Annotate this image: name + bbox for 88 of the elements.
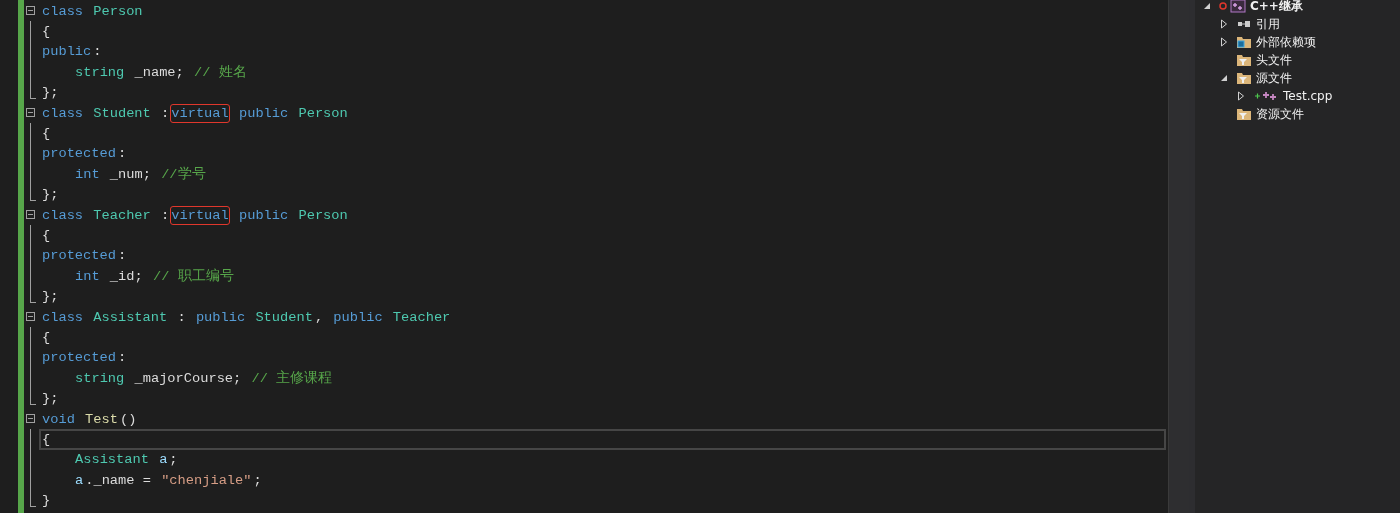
code-text: {	[41, 430, 52, 449]
collapsed-arrow-icon[interactable]	[1220, 19, 1228, 29]
code-text: ._name =	[84, 471, 152, 490]
code-text: };	[41, 288, 60, 307]
code-text: _num;	[108, 165, 152, 184]
type-name: string	[74, 369, 126, 388]
type-name: Person	[92, 2, 144, 21]
tree-item[interactable]: 引用	[1256, 15, 1280, 33]
keyword: void	[41, 410, 76, 429]
collapsed-arrow-icon[interactable]	[1237, 91, 1245, 101]
string-literal: "chenjiale"	[160, 471, 253, 490]
keyword: class	[41, 206, 85, 225]
variable-name: a	[74, 471, 85, 490]
status-dot-icon	[1219, 2, 1227, 10]
code-text: _majorCourse;	[133, 369, 243, 388]
collapsed-arrow-icon[interactable]	[1220, 37, 1228, 47]
keyword: int	[74, 267, 101, 286]
type-name: Teacher	[92, 206, 152, 225]
tree-item[interactable]: Test.cpp	[1283, 89, 1333, 103]
code-text: {	[41, 23, 52, 42]
code-text: :	[160, 104, 171, 123]
type-name: Student	[92, 104, 152, 123]
filter-folder-icon	[1236, 107, 1252, 121]
code-text: };	[41, 390, 60, 409]
type-name: Assistant	[74, 451, 150, 470]
keyword: protected	[41, 145, 117, 164]
keyword: public	[237, 206, 290, 225]
code-text: :	[92, 43, 103, 62]
tree-item[interactable]: 外部依赖项	[1256, 33, 1316, 51]
keyword: virtual	[170, 205, 230, 225]
references-icon	[1236, 20, 1252, 28]
code-text: :	[116, 145, 128, 164]
keyword: public	[41, 43, 93, 62]
tree-item[interactable]: 头文件	[1256, 51, 1292, 69]
keyword: public	[237, 104, 290, 123]
type-name: Assistant	[92, 308, 169, 327]
collapse-icon[interactable]	[26, 413, 35, 423]
code-text: };	[41, 84, 60, 103]
type-name: Person	[297, 206, 349, 225]
code-text: :	[116, 247, 128, 266]
code-text: {	[41, 125, 52, 144]
code-text: ;	[252, 471, 263, 490]
tree-item[interactable]: C++继承	[1250, 0, 1303, 15]
type-name: string	[74, 63, 126, 82]
code-comment: // 职工编号	[151, 267, 235, 286]
expanded-arrow-icon[interactable]	[1220, 74, 1228, 82]
keyword: public	[332, 308, 384, 327]
project-icon	[1230, 0, 1246, 13]
code-text: _id;	[108, 267, 144, 286]
code-text: {	[41, 328, 52, 347]
keyword: virtual	[170, 103, 230, 123]
scrollbar[interactable]	[1168, 0, 1189, 513]
collapse-icon[interactable]	[26, 107, 35, 117]
code-comment: // 主修课程	[250, 369, 334, 388]
code-comment: // 姓名	[193, 63, 248, 82]
folder-icon	[1236, 35, 1252, 49]
keyword: protected	[41, 349, 117, 368]
keyword: protected	[41, 247, 117, 266]
type-name: Person	[297, 104, 349, 123]
tree-item[interactable]: 源文件	[1256, 69, 1292, 87]
collapse-icon[interactable]	[26, 6, 35, 15]
keyword: class	[41, 308, 85, 327]
variable-name: a	[158, 451, 169, 470]
keyword: class	[41, 104, 85, 123]
code-text: _name;	[133, 63, 185, 82]
cpp-file-icon	[1253, 90, 1279, 102]
keyword: class	[41, 2, 85, 21]
code-text: :	[116, 349, 128, 368]
type-name: Student	[254, 308, 314, 327]
code-text: :	[176, 308, 187, 327]
filter-folder-icon	[1236, 71, 1252, 85]
code-comment: //学号	[160, 165, 207, 184]
code-text: ()	[118, 410, 138, 429]
type-name: Teacher	[391, 308, 452, 327]
tree-item[interactable]: 资源文件	[1256, 105, 1304, 123]
code-text: ;	[168, 451, 179, 470]
expanded-arrow-icon[interactable]	[1203, 2, 1211, 10]
filter-folder-icon	[1236, 53, 1252, 67]
function-name: Test	[84, 410, 119, 429]
collapse-icon[interactable]	[26, 311, 35, 321]
code-text: };	[41, 186, 60, 205]
keyword: public	[194, 308, 247, 327]
code-text: ,	[313, 308, 325, 327]
collapse-icon[interactable]	[26, 209, 35, 219]
code-text: {	[41, 227, 52, 245]
code-text: :	[160, 206, 171, 225]
code-text: }	[41, 492, 52, 511]
keyword: int	[74, 165, 101, 184]
